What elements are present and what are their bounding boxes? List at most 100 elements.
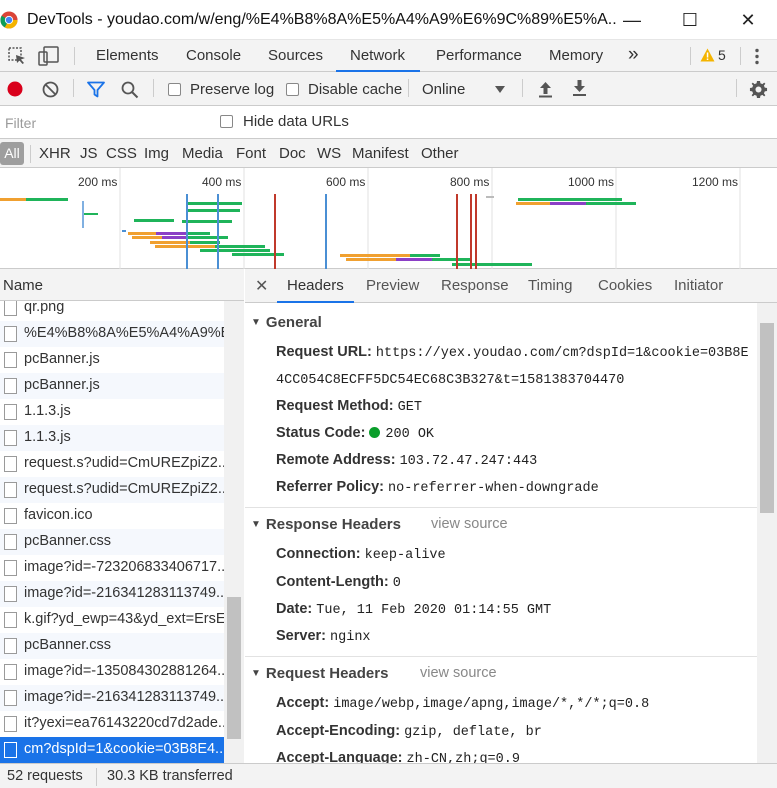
response-view-source-link[interactable]: view source	[431, 516, 508, 532]
request-row[interactable]: request.s?udid=CmUREZpiZ2...	[0, 477, 224, 503]
request-name: pcBanner.js	[24, 351, 100, 367]
network-overview-timeline[interactable]: 200 ms 400 ms 600 ms 800 ms 1000 ms 1200…	[0, 168, 777, 269]
gear-icon[interactable]	[749, 80, 768, 99]
type-filter-img[interactable]: Img	[144, 145, 169, 162]
tab-timing[interactable]: Timing	[528, 277, 572, 294]
tab-memory[interactable]: Memory	[549, 40, 603, 72]
export-har-icon[interactable]	[572, 80, 587, 98]
close-detail-button[interactable]: ✕	[255, 276, 268, 296]
hide-data-urls-checkbox[interactable]	[220, 115, 233, 128]
request-row[interactable]: 1.1.3.js	[0, 399, 224, 425]
type-filter-manifest[interactable]: Manifest	[352, 145, 409, 162]
request-row[interactable]: favicon.ico	[0, 503, 224, 529]
request-list-scroll-thumb[interactable]	[227, 597, 241, 739]
request-url-value: https://yex.youdao.com/cm?dspId=1&cookie…	[375, 346, 749, 361]
status-code-value: 200 OK	[385, 427, 435, 442]
chrome-logo-icon	[0, 11, 18, 29]
file-icon	[4, 378, 17, 394]
request-row[interactable]: pcBanner.css	[0, 633, 224, 659]
request-row[interactable]: image?id=-135084302881264...	[0, 659, 224, 685]
type-filter-media[interactable]: Media	[182, 145, 223, 162]
tab-cookies[interactable]: Cookies	[598, 277, 652, 294]
toolbar-separator	[408, 79, 409, 97]
request-name: image?id=-135084302881264...	[24, 663, 224, 679]
request-row[interactable]: image?id=-723206833406717...	[0, 555, 224, 581]
type-filter-xhr[interactable]: XHR	[39, 145, 71, 162]
request-row[interactable]: request.s?udid=CmUREZpiZ2...	[0, 451, 224, 477]
overview-tick: 400 ms	[202, 175, 242, 189]
general-section-header[interactable]: ▼ General	[251, 314, 322, 331]
search-icon[interactable]	[121, 81, 139, 99]
maximize-button[interactable]: ☐	[678, 8, 702, 32]
type-filter-ws[interactable]: WS	[317, 145, 341, 162]
network-toolbar: Preserve log Disable cache Online	[0, 72, 777, 106]
type-filter-other[interactable]: Other	[421, 145, 459, 162]
request-list-scrollbar[interactable]	[224, 301, 244, 763]
throttling-select[interactable]: Online	[422, 81, 465, 98]
name-column-header[interactable]: Name	[3, 277, 43, 294]
response-header-value: keep-alive	[364, 548, 446, 563]
tab-sources[interactable]: Sources	[268, 40, 323, 72]
toolbar-separator	[736, 79, 737, 97]
inspect-element-icon[interactable]	[7, 46, 27, 66]
request-row[interactable]: image?id=-216341283113749...	[0, 581, 224, 607]
kebab-menu-icon[interactable]	[754, 48, 760, 65]
type-filter-font[interactable]: Font	[236, 145, 266, 162]
type-filter-all[interactable]: All	[0, 142, 24, 165]
request-row[interactable]: image?id=-216341283113749...	[0, 685, 224, 711]
warning-count[interactable]: 5	[718, 40, 726, 72]
request-method-value: GET	[397, 400, 422, 415]
response-headers-section-header[interactable]: ▼ Response Headers	[251, 516, 401, 533]
import-har-icon[interactable]	[538, 80, 553, 98]
request-view-source-link[interactable]: view source	[420, 665, 497, 681]
type-filter-css[interactable]: CSS	[106, 145, 137, 162]
tab-separator	[74, 47, 75, 65]
request-row[interactable]: qr.png	[0, 301, 224, 321]
request-name: %E4%B8%8A%E5%A4%A9%E6%9C%89	[24, 325, 224, 341]
request-row[interactable]: %E4%B8%8A%E5%A4%A9%E6%9C%89	[0, 321, 224, 347]
request-name: qr.png	[24, 301, 65, 315]
file-icon	[4, 612, 17, 628]
detail-scrollbar[interactable]	[757, 303, 777, 763]
request-row[interactable]: cm?dspId=1&cookie=03B8E4...	[0, 737, 224, 763]
request-row[interactable]: pcBanner.js	[0, 347, 224, 373]
request-row[interactable]: it?yexi=ea76143220cd7d2ade...	[0, 711, 224, 737]
close-window-button[interactable]: ✕	[736, 8, 760, 32]
type-filter-doc[interactable]: Doc	[279, 145, 306, 162]
warning-icon[interactable]	[700, 48, 715, 62]
tab-performance[interactable]: Performance	[436, 40, 522, 72]
tab-initiator[interactable]: Initiator	[674, 277, 723, 294]
response-header-row: Server: nginx	[276, 628, 371, 645]
more-tabs-button[interactable]: »	[628, 40, 639, 72]
request-list-header[interactable]: Name	[0, 269, 244, 301]
tab-elements[interactable]: Elements	[96, 40, 159, 72]
filter-input[interactable]	[0, 111, 205, 135]
tab-preview[interactable]: Preview	[366, 277, 419, 294]
request-headers-section-header[interactable]: ▼ Request Headers	[251, 665, 388, 682]
minimize-button[interactable]: —	[620, 8, 644, 32]
request-row[interactable]: 1.1.3.js	[0, 425, 224, 451]
request-header-key: Accept:	[276, 695, 330, 711]
request-row[interactable]: pcBanner.js	[0, 373, 224, 399]
request-list: Name qr.png %E4%B8%8A%E5%A4%A9%E6%9C%89 pc…	[0, 269, 244, 763]
response-header-value: nginx	[330, 630, 371, 645]
request-method-label: Request Method:	[276, 398, 394, 414]
file-icon	[4, 430, 17, 446]
preserve-log-checkbox[interactable]	[168, 83, 181, 96]
request-row[interactable]: pcBanner.css	[0, 529, 224, 555]
detail-scroll-thumb[interactable]	[760, 323, 774, 513]
tab-headers[interactable]: Headers	[277, 269, 354, 303]
record-icon[interactable]	[6, 80, 24, 98]
filter-icon[interactable]	[87, 81, 105, 98]
disable-cache-checkbox[interactable]	[286, 83, 299, 96]
type-filter-js[interactable]: JS	[80, 145, 98, 162]
file-icon	[4, 742, 17, 758]
request-row[interactable]: k.gif?yd_ewp=43&yd_ext=ErsE	[0, 607, 224, 633]
clear-icon[interactable]	[42, 81, 59, 98]
request-name: pcBanner.css	[24, 533, 112, 549]
tab-response[interactable]: Response	[441, 277, 509, 294]
device-toolbar-icon[interactable]	[38, 46, 60, 66]
tab-console[interactable]: Console	[186, 40, 241, 72]
tab-network[interactable]: Network	[336, 40, 420, 72]
chevron-down-icon[interactable]	[495, 86, 505, 93]
